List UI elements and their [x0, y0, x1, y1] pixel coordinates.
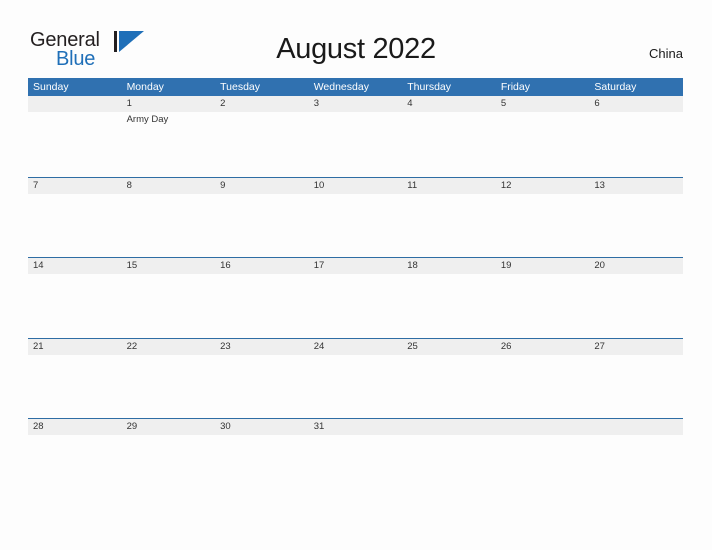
day-cell[interactable] — [28, 355, 122, 418]
weekday-saturday: Saturday — [594, 81, 637, 93]
day-cell — [402, 435, 496, 498]
day-cell[interactable] — [309, 274, 403, 337]
day-number — [589, 419, 683, 435]
day-cell[interactable] — [28, 274, 122, 337]
day-cell[interactable] — [309, 435, 403, 498]
day-number — [402, 419, 496, 435]
day-cell[interactable] — [402, 194, 496, 257]
weekday-wednesday: Wednesday — [313, 81, 369, 93]
day-cell[interactable] — [402, 112, 496, 175]
day-cell[interactable] — [122, 435, 216, 498]
day-number[interactable]: 8 — [122, 178, 216, 194]
day-cell[interactable] — [215, 194, 309, 257]
day-cell[interactable] — [496, 112, 590, 175]
weeks-container: 1 2 3 4 5 6 Army Day 7 8 9 10 11 12 13 14 15 16 17 18 19 20 2… — [28, 96, 683, 499]
calendar-grid: Sunday Monday Tuesday Wednesday Thursday… — [28, 78, 683, 499]
day-number[interactable]: 14 — [28, 258, 122, 274]
day-number[interactable]: 12 — [496, 178, 590, 194]
day-cell[interactable] — [215, 274, 309, 337]
weekday-header-row: Sunday Monday Tuesday Wednesday Thursday… — [28, 78, 683, 96]
day-cell[interactable]: Army Day — [122, 112, 216, 175]
day-cell[interactable] — [589, 274, 683, 337]
day-number[interactable]: 23 — [215, 339, 309, 355]
event-band — [28, 193, 683, 257]
day-number[interactable]: 16 — [215, 258, 309, 274]
date-band: 123456 — [28, 96, 683, 112]
date-band: 14 15 16 17 18 19 20 — [28, 258, 683, 274]
weekday-friday: Friday — [500, 81, 530, 93]
day-cell[interactable] — [122, 355, 216, 418]
week-row: 1 2 3 4 5 6 Army Day — [28, 96, 683, 177]
event-band — [28, 435, 683, 498]
day-number[interactable]: 15 — [122, 258, 216, 274]
day-cell[interactable] — [309, 194, 403, 257]
week-row: 14 15 16 17 18 19 20 — [28, 257, 683, 338]
day-number[interactable]: 24 — [309, 339, 403, 355]
day-cell[interactable] — [309, 112, 403, 175]
weekday-sunday: Sunday — [33, 81, 69, 93]
day-cell[interactable] — [496, 274, 590, 337]
day-number — [496, 419, 590, 435]
page-header: General Blue August 2022 China — [0, 0, 712, 78]
day-number[interactable]: 2 — [215, 96, 309, 112]
day-number — [28, 96, 122, 112]
day-cell[interactable] — [215, 435, 309, 498]
weekday-thursday: Thursday — [407, 81, 452, 93]
day-cell[interactable] — [402, 274, 496, 337]
date-band: 7 8 9 10 11 12 13 — [28, 177, 683, 194]
day-cell[interactable] — [215, 112, 309, 175]
day-cell[interactable] — [589, 112, 683, 175]
event-label: Army Day — [126, 114, 169, 125]
day-number[interactable]: 27 — [589, 339, 683, 355]
day-cell[interactable] — [215, 355, 309, 418]
day-number[interactable]: 19 — [496, 258, 590, 274]
day-number[interactable]: 30 — [215, 419, 309, 435]
page-title: August 2022 — [276, 33, 436, 65]
day-number[interactable]: 17 — [309, 258, 403, 274]
date-band: 21 22 23 24 25 26 27 — [28, 338, 683, 355]
day-cell — [28, 112, 122, 175]
day-cell[interactable] — [589, 355, 683, 418]
day-cell[interactable] — [402, 355, 496, 418]
day-number[interactable]: 4 — [402, 96, 496, 112]
week-row: 21 22 23 24 25 26 27 — [28, 337, 683, 419]
region-label: China — [649, 46, 683, 61]
day-cell[interactable] — [122, 274, 216, 337]
week-row: 28 29 30 31 — [28, 418, 683, 499]
day-number[interactable]: 26 — [496, 339, 590, 355]
day-cell[interactable] — [496, 355, 590, 418]
day-number[interactable]: 25 — [402, 339, 496, 355]
event-band — [28, 354, 683, 418]
day-number[interactable]: 31 — [309, 419, 403, 435]
day-number[interactable]: 28 — [28, 419, 122, 435]
week-row: 7 8 9 10 11 12 13 — [28, 176, 683, 258]
day-number[interactable]: 5 — [496, 96, 590, 112]
day-cell — [589, 435, 683, 498]
day-number[interactable]: 3 — [309, 96, 403, 112]
day-cell[interactable] — [589, 194, 683, 257]
day-number[interactable]: 1 — [122, 96, 216, 112]
day-number[interactable]: 6 — [589, 96, 683, 112]
weekday-tuesday: Tuesday — [220, 81, 261, 93]
day-number[interactable]: 20 — [589, 258, 683, 274]
date-band: 28 29 30 31 — [28, 419, 683, 435]
day-number[interactable]: 22 — [122, 339, 216, 355]
day-cell[interactable] — [309, 355, 403, 418]
day-cell[interactable] — [28, 435, 122, 498]
event-band — [28, 274, 683, 337]
day-number[interactable]: 29 — [122, 419, 216, 435]
day-cell[interactable] — [28, 194, 122, 257]
day-cell[interactable] — [122, 194, 216, 257]
day-number[interactable]: 13 — [589, 178, 683, 194]
day-cell — [496, 435, 590, 498]
day-number[interactable]: 10 — [309, 178, 403, 194]
day-number[interactable]: 9 — [215, 178, 309, 194]
event-band: Army Day — [28, 112, 683, 175]
day-number[interactable]: 21 — [28, 339, 122, 355]
weekday-monday: Monday — [126, 81, 164, 93]
day-number[interactable]: 11 — [402, 178, 496, 194]
day-number[interactable]: 7 — [28, 178, 122, 194]
day-cell[interactable] — [496, 194, 590, 257]
day-number[interactable]: 18 — [402, 258, 496, 274]
